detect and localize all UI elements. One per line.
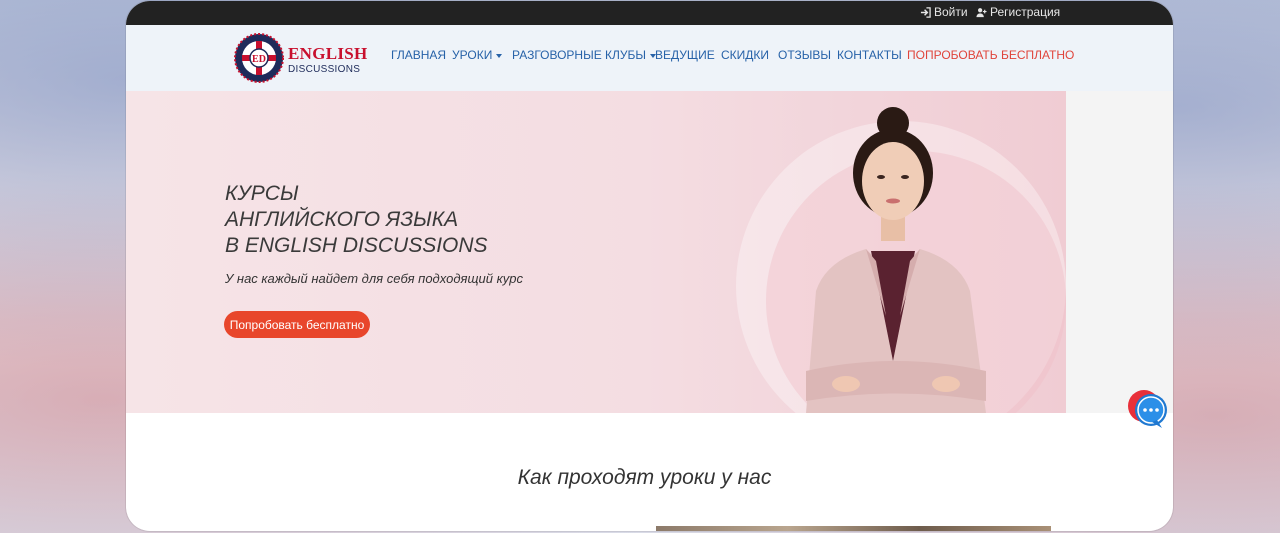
chat-bubble-icon[interactable]	[1126, 386, 1170, 430]
nav-item-lessons-label: УРОКИ	[452, 48, 493, 62]
hero-title-line3: В ENGLISH DISCUSSIONS	[225, 234, 488, 257]
nav-item-discounts[interactable]: СКИДКИ	[721, 48, 769, 62]
main-navbar: ED ENGLISH DISCUSSIONS ГЛАВНАЯ УРОКИ РАЗ…	[126, 25, 1173, 91]
hero-title-line1: КУРСЫ	[225, 182, 299, 205]
hero-title: КУРСЫ АНГЛИЙСКОГО ЯЗЫКА В ENGLISH DISCUS…	[225, 181, 488, 259]
nav-item-reviews[interactable]: ОТЗЫВЫ	[778, 48, 831, 62]
register-label: Регистрация	[990, 5, 1061, 19]
logo-emblem: ED	[234, 33, 284, 83]
section-title: Как проходят уроки у нас	[517, 466, 772, 489]
nav-item-clubs-label: РАЗГОВОРНЫЕ КЛУБЫ	[512, 48, 647, 62]
hero-banner: КУРСЫ АНГЛИЙСКОГО ЯЗЫКА В ENGLISH DISCUS…	[126, 91, 1066, 413]
nav-item-home[interactable]: ГЛАВНАЯ	[391, 48, 446, 62]
top-bar: Войти Регистрация	[126, 1, 1173, 25]
chevron-down-icon	[496, 53, 503, 58]
site-logo[interactable]: ED ENGLISH DISCUSSIONS	[234, 33, 367, 83]
browser-frame: Войти Регистрация ED ENGLISH DISCUSSIONS…	[126, 1, 1173, 531]
lesson-photo	[656, 526, 1051, 531]
login-link[interactable]: Войти	[920, 5, 968, 19]
login-icon	[920, 6, 931, 18]
login-label: Войти	[934, 5, 968, 19]
user-plus-icon	[976, 7, 987, 17]
nav-item-clubs[interactable]: РАЗГОВОРНЫЕ КЛУБЫ	[512, 48, 657, 62]
nav-item-hosts[interactable]: ВЕДУЩИЕ	[655, 48, 715, 62]
hero-woman-photo	[806, 107, 986, 413]
hero-subtitle: У нас каждый найдет для себя подходящий …	[225, 271, 523, 286]
nav-item-contacts[interactable]: КОНТАКТЫ	[837, 48, 902, 62]
brand-line1: ENGLISH	[288, 44, 368, 63]
register-link[interactable]: Регистрация	[976, 5, 1060, 19]
try-free-button[interactable]: Попробовать бесплатно	[224, 311, 370, 338]
hero-title-line2: АНГЛИЙСКОГО ЯЗЫКА	[225, 208, 459, 231]
logo-badge-text: ED	[252, 54, 266, 65]
hero-side-panel	[1066, 91, 1173, 413]
brand-line2: DISCUSSIONS	[288, 64, 361, 75]
nav-item-try-free[interactable]: ПОПРОБОВАТЬ БЕСПЛАТНО	[907, 48, 1074, 62]
nav-item-lessons[interactable]: УРОКИ	[452, 48, 503, 62]
